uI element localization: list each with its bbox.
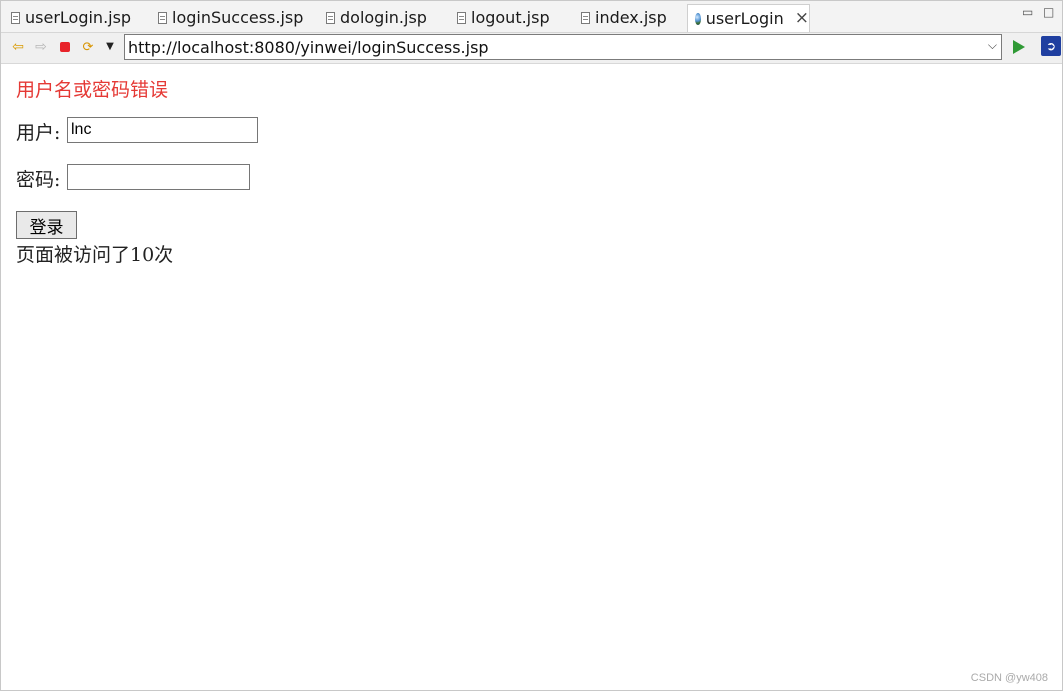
tab-label: index.jsp [595, 8, 667, 27]
url-text: http://localhost:8080/yinwei/loginSucces… [128, 38, 489, 57]
page-content: 用户名或密码错误 用户: 密码: 登录 页面被访问了10次 CSDN @yw40… [1, 64, 1062, 690]
jsp-file-icon [581, 11, 590, 24]
browser-window: userLogin.jsp loginSuccess.jsp dologin.j… [0, 0, 1063, 691]
tab-label: loginSuccess.jsp [172, 8, 304, 27]
tab-userlogin-jsp[interactable]: userLogin.jsp [1, 4, 146, 31]
stop-icon[interactable] [57, 39, 73, 55]
close-icon[interactable]: × [795, 10, 809, 27]
login-button[interactable]: 登录 [16, 211, 77, 239]
minimize-icon[interactable]: ▭ [1022, 5, 1033, 19]
jsp-file-icon [158, 11, 167, 24]
globe-icon [695, 12, 701, 25]
tab-label: logout.jsp [471, 8, 550, 27]
password-field[interactable] [67, 164, 250, 190]
refresh-icon[interactable]: ⟳ [80, 39, 96, 55]
tab-label: userLogin [705, 9, 784, 28]
tab-label: userLogin.jsp [25, 8, 132, 27]
watermark: CSDN @yw408 [970, 672, 1048, 684]
editor-tab-bar: userLogin.jsp loginSuccess.jsp dologin.j… [1, 1, 1062, 33]
back-arrow-icon[interactable]: ⇦ [10, 39, 26, 55]
forward-arrow-icon[interactable]: ⇨ [33, 39, 49, 55]
visit-counter-text: 页面被访问了10次 [16, 244, 174, 266]
url-dropdown-icon[interactable]: ⌵ [988, 38, 997, 53]
browser-toolbar: ⇦ ⇨ ⟳ ▼ http://localhost:8080/yinwei/log… [1, 33, 1062, 64]
jsp-file-icon [11, 11, 20, 24]
jsp-file-icon [326, 11, 335, 24]
external-browser-icon[interactable]: ➲ [1041, 36, 1061, 56]
address-bar[interactable]: http://localhost:8080/yinwei/loginSucces… [124, 34, 1002, 60]
tab-index-jsp[interactable]: index.jsp [571, 4, 684, 31]
error-message: 用户名或密码错误 [16, 79, 169, 101]
maximize-icon[interactable]: □ [1043, 5, 1054, 19]
tab-dologin-jsp[interactable]: dologin.jsp [316, 4, 444, 31]
jsp-file-icon [457, 11, 466, 24]
chevron-down-icon[interactable]: ▼ [102, 39, 118, 55]
tab-userlogin-browser[interactable]: userLogin × [687, 4, 810, 32]
username-label: 用户: [16, 122, 61, 144]
password-label: 密码: [16, 169, 61, 191]
go-play-icon[interactable] [1013, 40, 1025, 54]
tab-logout-jsp[interactable]: logout.jsp [447, 4, 569, 31]
username-field[interactable] [67, 117, 258, 143]
tab-loginsuccess-jsp[interactable]: loginSuccess.jsp [148, 4, 313, 31]
tab-label: dologin.jsp [340, 8, 427, 27]
